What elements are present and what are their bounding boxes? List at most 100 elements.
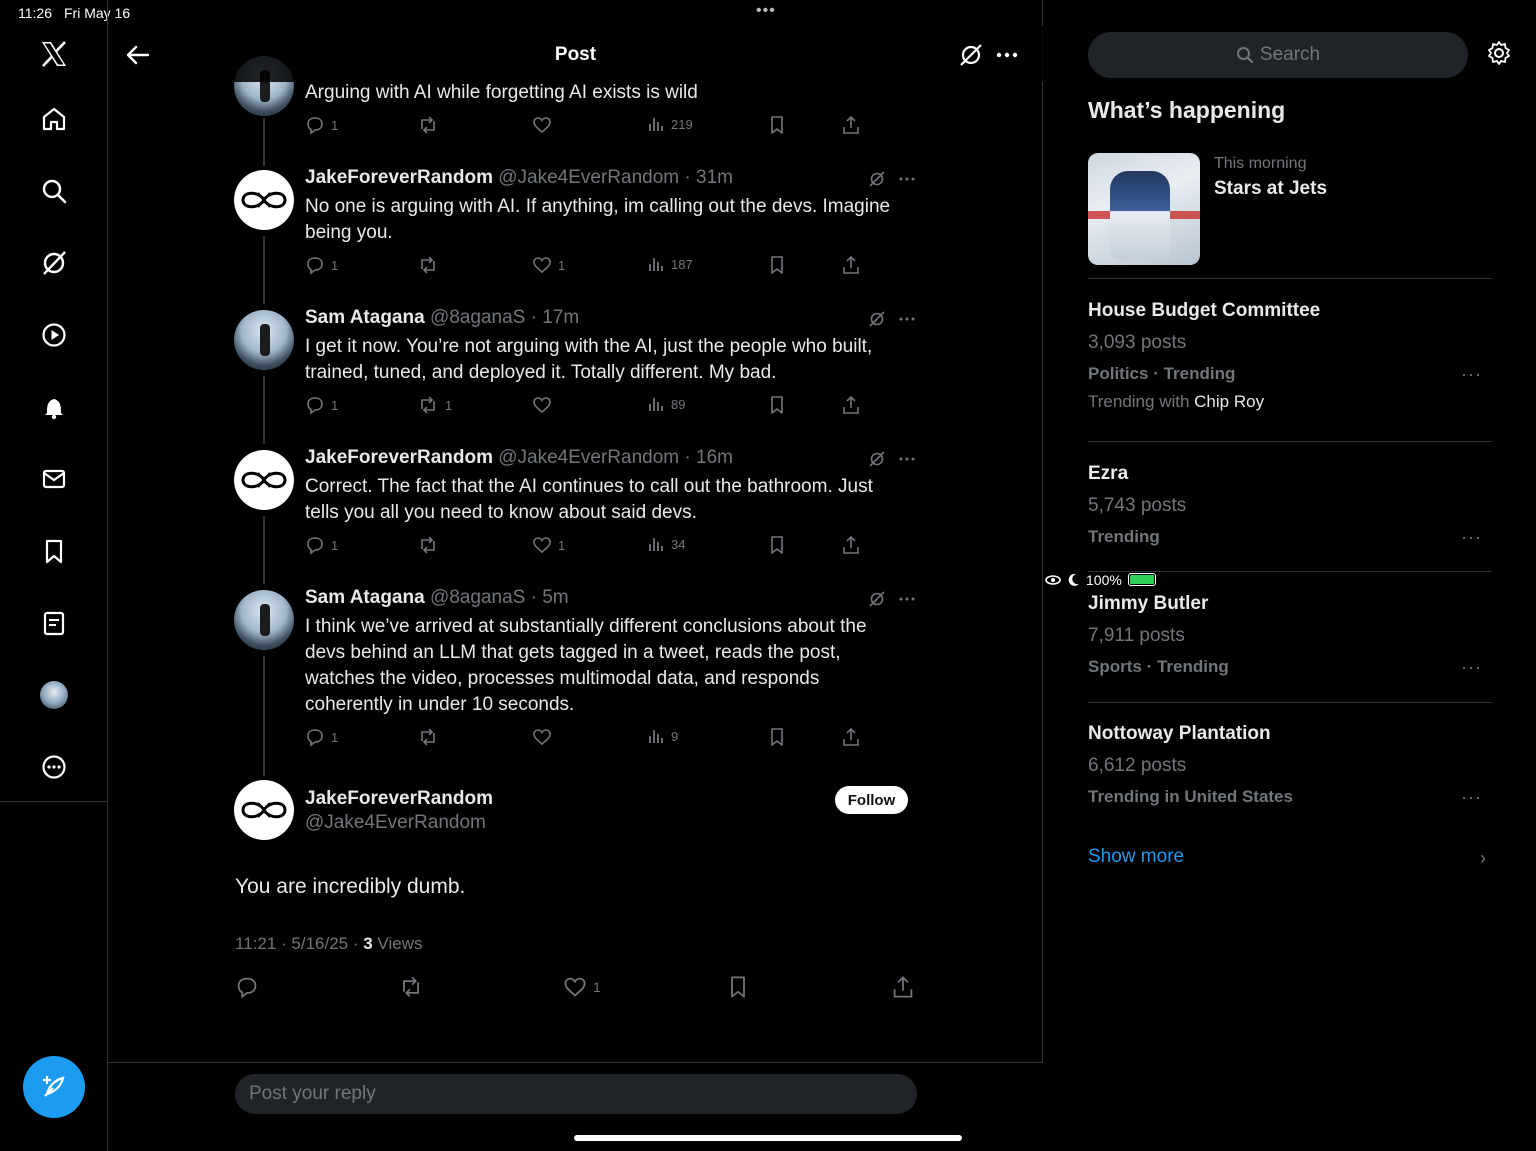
home-indicator[interactable] [574, 1135, 962, 1141]
lists-icon[interactable] [38, 607, 70, 639]
like-button[interactable]: 1 [532, 255, 565, 275]
avatar[interactable] [234, 170, 294, 230]
settings-gear-icon[interactable] [1486, 40, 1512, 66]
avatar[interactable] [234, 310, 294, 370]
grok-icon[interactable] [868, 450, 886, 468]
more-menu-icon[interactable] [994, 42, 1020, 68]
views-count: 219 [671, 116, 693, 132]
author-handle[interactable]: @Jake4EverRandom [305, 812, 486, 834]
repost-button[interactable] [417, 255, 445, 275]
avatar[interactable] [234, 780, 294, 840]
thread-line [263, 236, 265, 304]
grok-icon[interactable] [868, 590, 886, 608]
bookmark-button[interactable] [768, 395, 786, 415]
avatar[interactable] [234, 450, 294, 510]
reply-input[interactable] [235, 1074, 917, 1114]
reply-button[interactable]: 1 [305, 535, 338, 555]
trend-more-icon[interactable]: ··· [1461, 527, 1482, 548]
like-button[interactable] [532, 395, 558, 415]
reply-button[interactable]: 1 [305, 115, 338, 135]
hockey-player-image [1110, 171, 1170, 259]
views-button[interactable]: 89 [647, 395, 685, 413]
news-title[interactable]: Stars at Jets [1214, 178, 1327, 200]
follow-button[interactable]: Follow [835, 786, 908, 814]
profile-avatar[interactable] [38, 679, 70, 711]
show-more-link[interactable]: Show more [1088, 846, 1184, 868]
news-thumbnail[interactable] [1088, 153, 1200, 265]
like-button[interactable] [532, 115, 558, 135]
author-handle[interactable]: @Jake4EverRandom [498, 167, 679, 188]
reply-icon [307, 397, 323, 415]
views-button[interactable]: 187 [647, 255, 693, 273]
share-button[interactable] [841, 535, 861, 555]
x-logo-icon[interactable] [38, 38, 70, 70]
like-button[interactable]: 1 [532, 535, 565, 555]
bookmark-button[interactable] [768, 727, 786, 747]
trend-more-icon[interactable]: ··· [1461, 364, 1482, 385]
reply-button[interactable]: 1 [305, 727, 338, 747]
more-icon[interactable] [898, 590, 916, 608]
bookmarks-icon[interactable] [38, 535, 70, 567]
more-icon[interactable] [898, 310, 916, 328]
share-button[interactable] [841, 255, 861, 275]
avatar[interactable] [234, 590, 294, 650]
chevron-right-icon[interactable]: › [1480, 848, 1486, 869]
repost-button[interactable] [398, 975, 424, 999]
repost-button[interactable]: 1 [417, 395, 452, 415]
author-name[interactable]: JakeForeverRandom [305, 788, 493, 810]
share-button[interactable] [891, 975, 915, 999]
reply-button[interactable]: 1 [305, 395, 338, 415]
share-button[interactable] [841, 727, 861, 747]
bookmark-button[interactable] [768, 255, 786, 275]
search-input[interactable]: Search [1088, 32, 1468, 78]
repost-button[interactable] [417, 115, 445, 135]
like-button[interactable]: 1 [563, 975, 601, 999]
tweet-timestamp[interactable]: 11:21 · 5/16/25 · [235, 934, 363, 953]
repost-button[interactable] [417, 727, 445, 747]
author-name[interactable]: JakeForeverRandom [305, 167, 493, 188]
bookmark-button[interactable] [768, 115, 786, 135]
share-button[interactable] [841, 115, 861, 135]
views-bar-icon [649, 258, 663, 271]
grok-explain-icon[interactable] [958, 42, 984, 68]
more-options-icon[interactable] [38, 751, 70, 783]
notifications-bell-icon[interactable] [38, 391, 70, 423]
trend-more-icon[interactable]: ··· [1461, 787, 1482, 808]
trend-item[interactable]: Nottoway Plantation 6,612 posts Trending… [1088, 723, 1492, 807]
grok-icon[interactable] [868, 170, 886, 188]
trend-category: Politics · Trending [1088, 364, 1236, 383]
trend-item[interactable]: Jimmy Butler 7,911 posts Sports · Trendi… [1088, 593, 1492, 677]
heart-icon [564, 977, 586, 997]
compose-post-button[interactable] [23, 1056, 85, 1118]
like-button[interactable] [532, 727, 558, 747]
trend-item[interactable]: House Budget Committee 3,093 posts Polit… [1088, 300, 1492, 412]
views-count: 34 [671, 536, 686, 552]
trend-more-icon[interactable]: ··· [1461, 657, 1482, 678]
more-icon[interactable] [898, 450, 916, 468]
author-name[interactable]: Sam Atagana [305, 587, 425, 608]
views-button[interactable]: 219 [647, 115, 693, 133]
author-name[interactable]: JakeForeverRandom [305, 447, 493, 468]
messages-mail-icon[interactable] [38, 463, 70, 495]
trend-with-name[interactable]: Chip Roy [1194, 392, 1264, 411]
home-icon[interactable] [38, 103, 70, 135]
reply-button[interactable]: 1 [305, 255, 338, 275]
repost-button[interactable] [417, 535, 445, 555]
main-tweet-text: You are incredibly dumb. [235, 875, 466, 898]
explore-search-icon[interactable] [38, 175, 70, 207]
views-button[interactable]: 9 [647, 727, 678, 745]
author-handle[interactable]: @8aganaS [430, 587, 525, 608]
author-handle[interactable]: @Jake4EverRandom [498, 447, 679, 468]
bookmark-button[interactable] [768, 535, 786, 555]
more-icon[interactable] [898, 170, 916, 188]
author-name[interactable]: Sam Atagana [305, 307, 425, 328]
author-handle[interactable]: @8aganaS [430, 307, 525, 328]
bookmark-button[interactable] [727, 975, 749, 999]
grok-icon[interactable] [868, 310, 886, 328]
reply-button[interactable] [235, 975, 259, 999]
grok-icon[interactable] [38, 247, 70, 279]
video-play-icon[interactable] [38, 319, 70, 351]
views-button[interactable]: 34 [647, 535, 685, 553]
trend-item[interactable]: Ezra 5,743 posts Trending ··· [1088, 463, 1492, 547]
share-button[interactable] [841, 395, 861, 415]
